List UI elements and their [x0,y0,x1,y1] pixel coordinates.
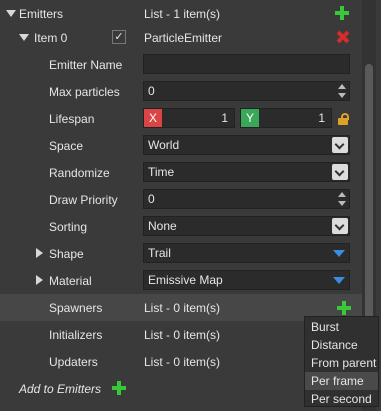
initializers-value: List - 0 item(s) [144,327,221,342]
max-particles-label: Max particles [49,84,120,99]
max-particles-row: Max particles 0 [0,78,362,105]
initializers-label: Initializers [49,327,103,342]
lifespan-y-field[interactable]: Y 1 [240,108,332,128]
lifespan-x-value: 1 [221,111,228,125]
chevron-down-icon[interactable] [332,164,348,180]
randomize-row: Randomize Time [0,159,362,186]
sorting-dropdown[interactable]: None [143,216,350,236]
x-tag: X [144,109,162,127]
lifespan-row: Lifespan X 1 Y 1 [0,105,362,132]
item0-label: Item 0 [34,30,68,45]
sorting-value: None [148,219,177,233]
spawners-label: Spawners [49,300,103,315]
max-particles-spinner-icon[interactable] [338,84,347,98]
draw-priority-value: 0 [148,192,155,206]
emitters-row: Emitters List - 1 item(s) [0,0,362,27]
collapse-item0-icon[interactable] [19,34,29,41]
space-label: Space [49,138,84,153]
spawner-type-menu: Burst Distance From parent Per frame Per… [304,316,379,407]
menu-item-per-second[interactable]: Per second [305,390,378,408]
space-dropdown[interactable]: World [143,135,350,155]
expand-material-icon[interactable] [36,275,43,285]
y-tag: Y [241,109,259,127]
draw-priority-label: Draw Priority [49,192,118,207]
material-label: Material [49,273,92,288]
randomize-dropdown[interactable]: Time [143,162,350,182]
add-to-emitters-label[interactable]: Add to Emitters [19,382,101,396]
menu-item-from-parent[interactable]: From parent [305,354,378,372]
add-to-emitters-plus-icon[interactable] [112,381,126,395]
dropdown-arrow-icon[interactable] [333,277,345,284]
shape-dropdown[interactable]: Trail [143,243,350,263]
shape-value: Trail [148,246,171,260]
lifespan-y-value: 1 [318,111,325,125]
emitter-name-row: Emitter Name [0,51,362,78]
space-row: Space World [0,132,362,159]
max-particles-input[interactable]: 0 [143,81,350,101]
emitters-value: List - 1 item(s) [144,6,221,21]
emitters-label: Emitters [19,6,64,21]
item0-enabled-checkbox[interactable]: ✓ [112,30,126,44]
menu-item-burst[interactable]: Burst [305,318,378,336]
material-dropdown[interactable]: Emissive Map [143,270,350,290]
menu-item-per-frame[interactable]: Per frame [305,372,378,390]
sorting-row: Sorting None [0,213,362,240]
updaters-value: List - 0 item(s) [144,354,221,369]
remove-item0-x-icon[interactable] [337,31,349,43]
lifespan-label: Lifespan [49,111,95,126]
material-row: Material Emissive Map [0,267,362,294]
draw-priority-input[interactable]: 0 [143,189,350,209]
sorting-label: Sorting [49,219,88,234]
draw-priority-spinner-icon[interactable] [338,192,347,206]
menu-item-distance[interactable]: Distance [305,336,378,354]
shape-row: Shape Trail [0,240,362,267]
emitter-name-label: Emitter Name [49,57,123,72]
chevron-down-icon[interactable] [332,218,348,234]
lock-icon[interactable] [338,113,350,125]
randomize-value: Time [148,165,175,179]
collapse-emitters-icon[interactable] [6,10,16,17]
dropdown-arrow-icon[interactable] [333,250,345,257]
shape-label: Shape [49,246,84,261]
emitter-name-input[interactable] [143,54,350,74]
updaters-label: Updaters [49,354,98,369]
chevron-down-icon[interactable] [332,137,348,153]
space-value: World [148,138,180,152]
lifespan-x-field[interactable]: X 1 [143,108,235,128]
spawners-value: List - 0 item(s) [144,300,221,315]
add-spawner-plus-icon[interactable] [337,301,351,315]
draw-priority-row: Draw Priority 0 [0,186,362,213]
material-value: Emissive Map [148,273,223,287]
max-particles-value: 0 [148,84,155,98]
randomize-label: Randomize [49,165,110,180]
expand-shape-icon[interactable] [36,248,43,258]
item0-value: ParticleEmitter [144,30,223,45]
item0-row: Item 0 ✓ ParticleEmitter [0,24,362,51]
add-emitter-plus-icon[interactable] [335,6,349,20]
